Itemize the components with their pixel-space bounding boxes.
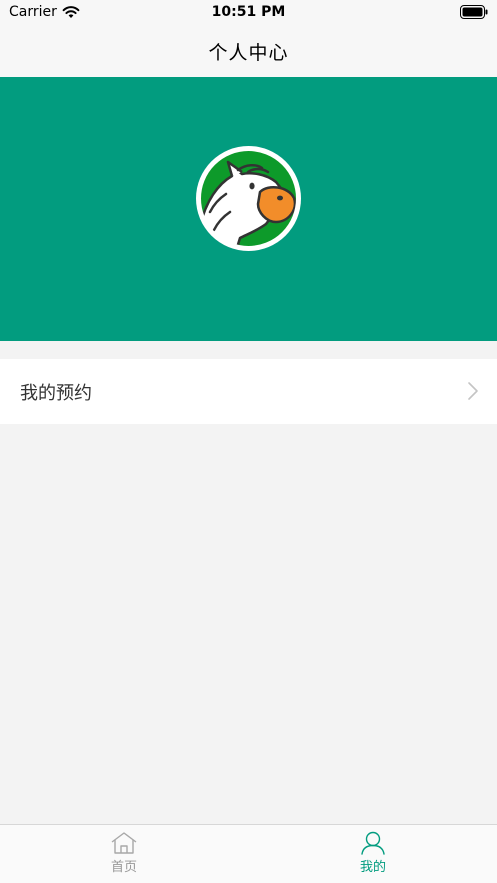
tab-mine-label: 我的 [359,860,386,875]
tab-mine[interactable]: 我的 [249,825,497,883]
tab-bar: 首页 我的 [0,824,497,883]
battery-icon [460,5,488,19]
zebra-mascot-icon [200,150,297,247]
page-title: 个人中心 [208,42,289,64]
avatar[interactable] [196,146,301,251]
menu-item-my-appointments[interactable]: 我的预约 [0,359,497,424]
clock: 10:51 PM [211,4,286,20]
navigation-bar: 个人中心 [0,26,497,77]
user-icon [361,831,385,855]
tab-home-label: 首页 [110,860,137,875]
tab-home[interactable]: 首页 [0,825,248,883]
menu-item-label: 我的预约 [20,382,92,404]
home-icon [111,832,137,854]
profile-screen: Carrier 10:51 PM 个人中心 我的预约 首页 我的 [0,0,497,883]
chevron-right-icon [468,382,478,400]
status-bar: Carrier 10:51 PM [0,0,497,26]
